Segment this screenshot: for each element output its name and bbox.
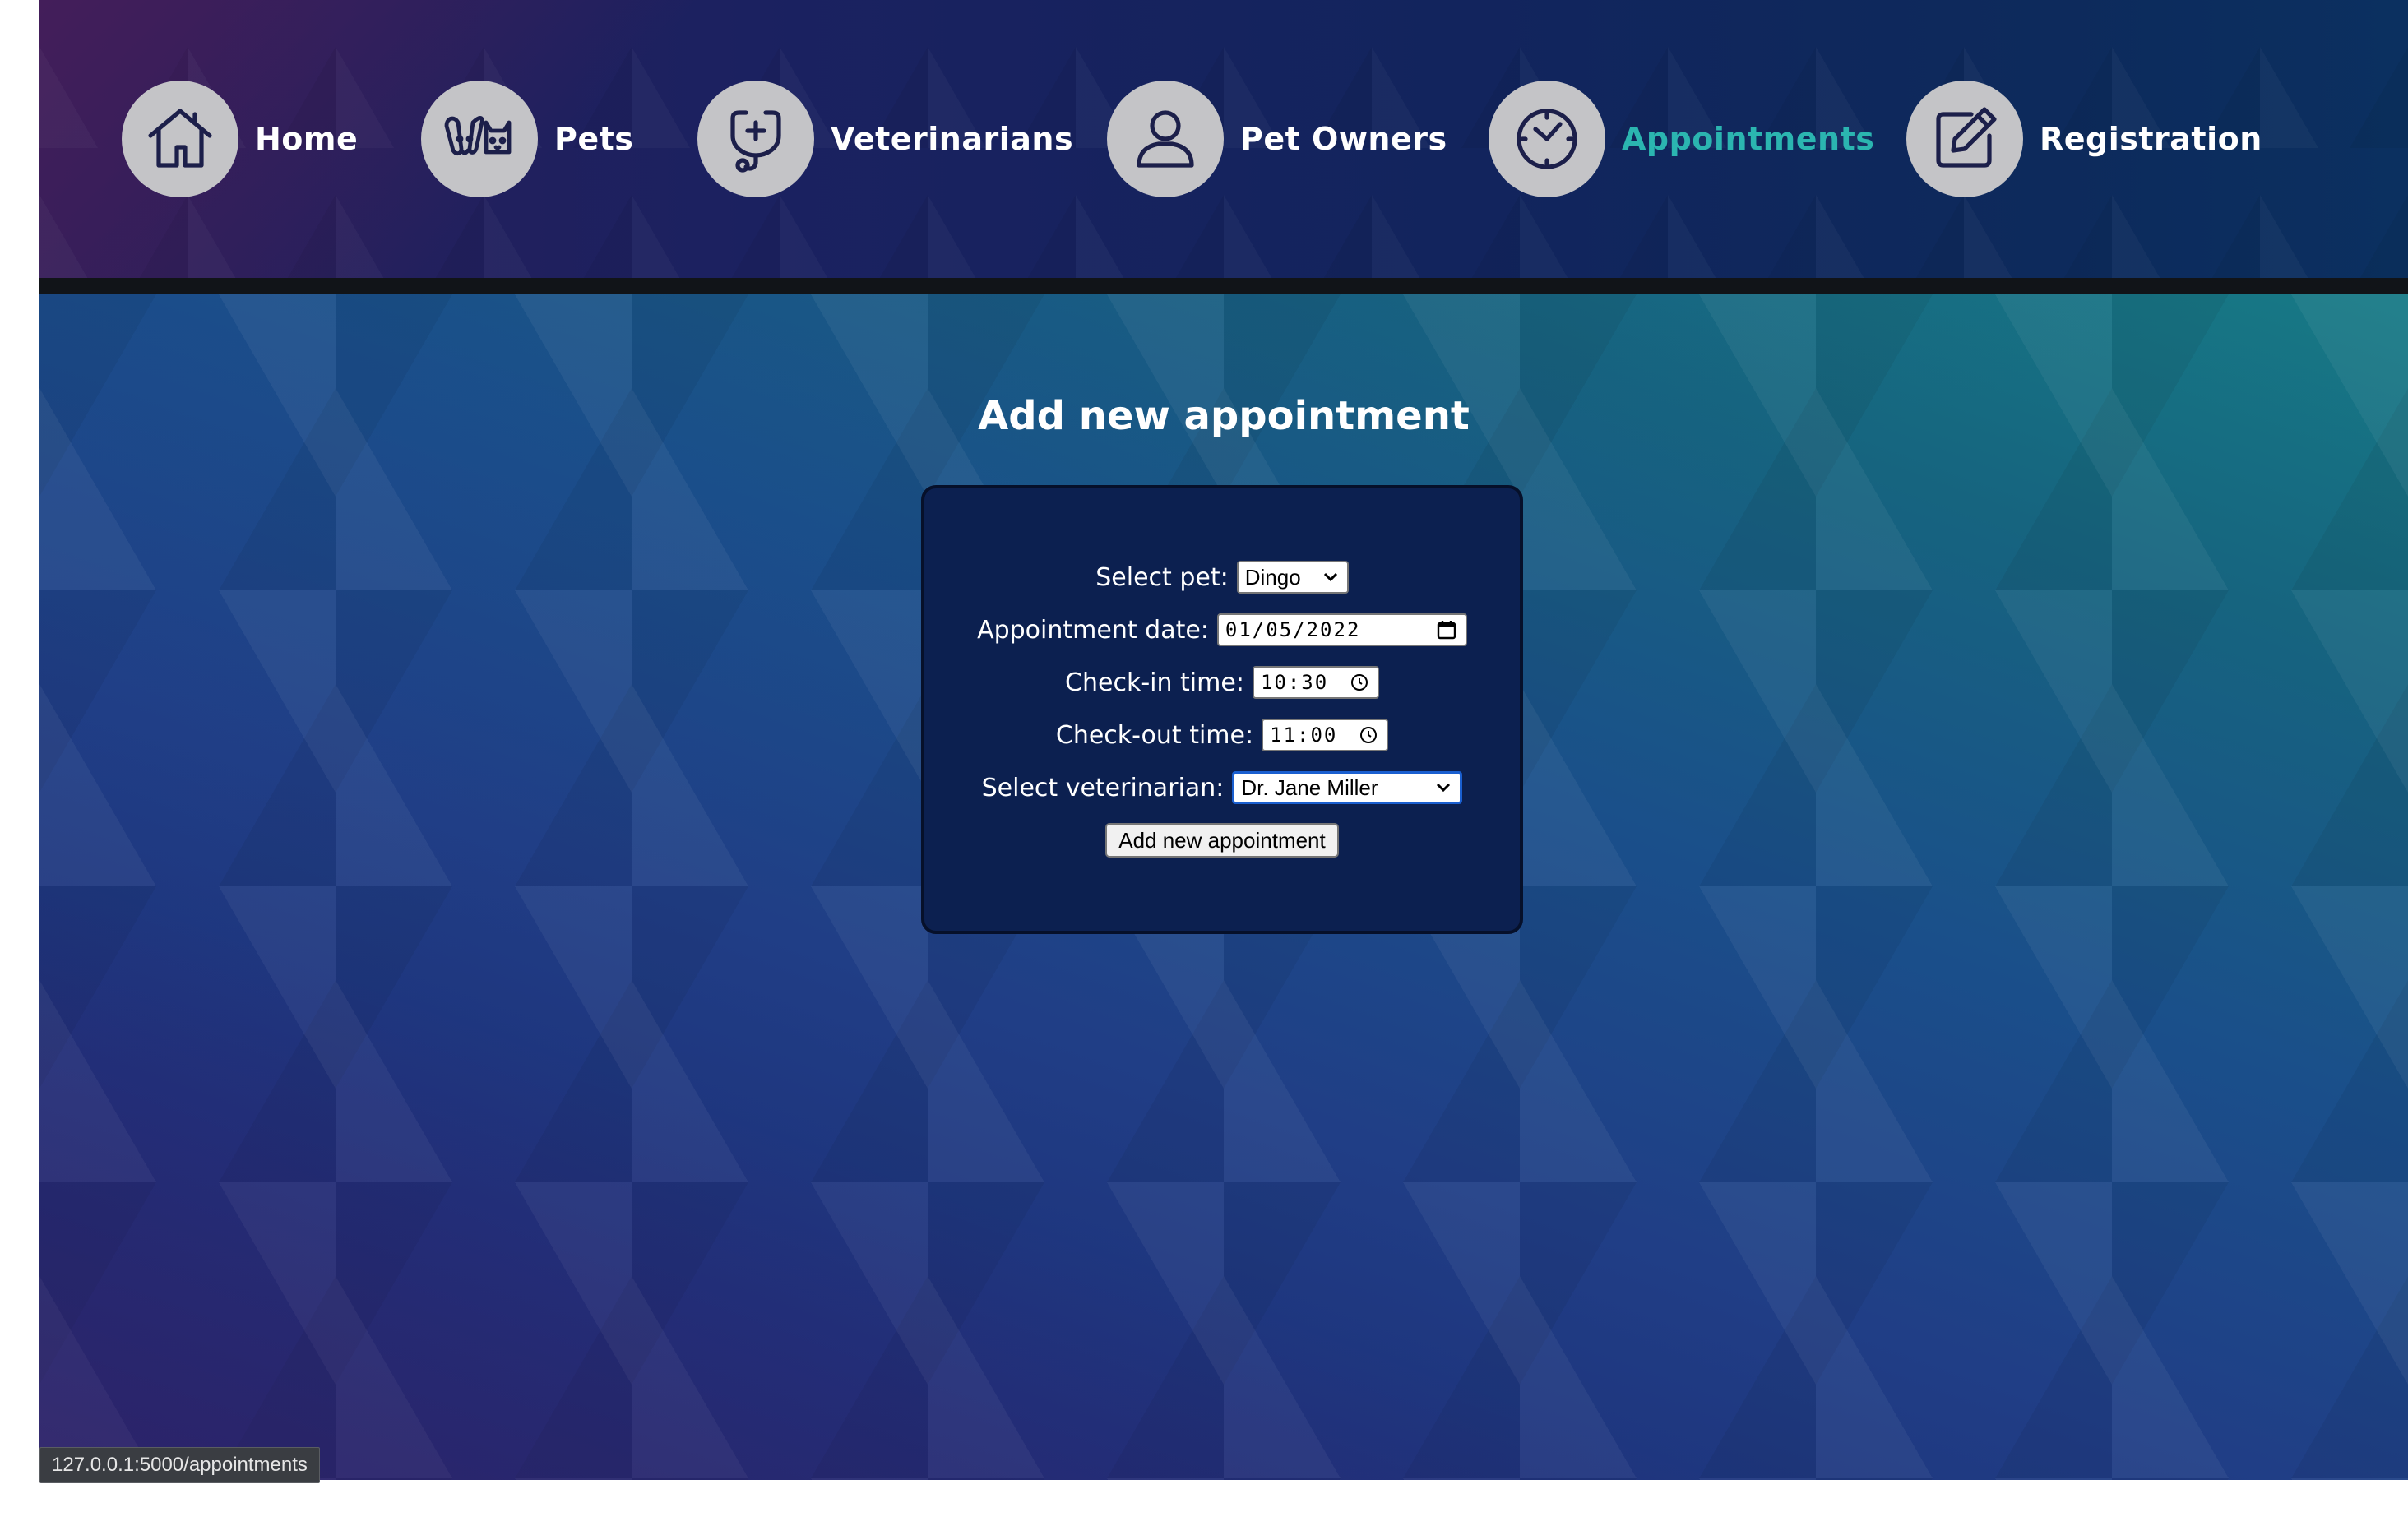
pets-icon <box>421 81 538 197</box>
nav-item-pet-owners[interactable]: Pet Owners <box>1107 81 1447 197</box>
veterinarian-select[interactable]: Dr. Jane Miller <box>1232 771 1463 804</box>
nav-item-home[interactable]: Home <box>122 81 358 197</box>
clock-small-icon[interactable] <box>1350 673 1369 692</box>
add-appointment-button[interactable]: Add new appointment <box>1105 823 1339 858</box>
user-icon <box>1107 81 1224 197</box>
header-divider <box>39 278 2408 294</box>
nav-label-appointments: Appointments <box>1622 121 1875 157</box>
home-icon <box>122 81 238 197</box>
top-navigation: Home Pets Veterinarians Pet Owners Appoi… <box>39 0 2408 278</box>
edit-icon <box>1906 81 2023 197</box>
nav-label-veterinarians: Veterinarians <box>831 121 1074 157</box>
nav-item-registration[interactable]: Registration <box>1906 81 2262 197</box>
checkin-label: Check-in time: <box>1065 668 1244 697</box>
left-edge <box>0 0 39 1526</box>
app: Home Pets Veterinarians Pet Owners Appoi… <box>39 0 2408 1480</box>
checkin-time-input[interactable]: 10:30 <box>1252 666 1379 699</box>
stethoscope-icon <box>697 81 814 197</box>
appointment-date-input[interactable]: 01/05/2022 <box>1216 613 1467 646</box>
checkout-value: 11:00 <box>1270 724 1338 747</box>
clock-small-icon[interactable] <box>1359 725 1378 745</box>
page-title: Add new appointment <box>978 393 1470 439</box>
nav-label-registration: Registration <box>2040 121 2262 157</box>
checkin-value: 10:30 <box>1260 671 1329 694</box>
calendar-icon[interactable] <box>1436 619 1457 640</box>
pet-select-value: Dingo <box>1244 564 1301 590</box>
pet-label: Select pet: <box>1095 562 1229 592</box>
vet-row: Select veterinarian: Dr. Jane Miller <box>924 768 1520 807</box>
nav-label-home: Home <box>255 121 359 157</box>
pet-select[interactable]: Dingo <box>1236 561 1349 594</box>
checkout-time-input[interactable]: 11:00 <box>1262 719 1389 751</box>
submit-row: Add new appointment <box>924 821 1520 860</box>
clock-icon <box>1489 81 1605 197</box>
date-value: 01/05/2022 <box>1225 618 1361 641</box>
pet-row: Select pet: Dingo <box>924 557 1520 597</box>
checkin-row: Check-in time: 10:30 <box>924 663 1520 702</box>
vet-label: Select veterinarian: <box>981 773 1225 802</box>
chevron-down-icon <box>1437 783 1451 793</box>
add-appointment-form: Select pet: Dingo Appointment date: 01/0… <box>921 485 1523 934</box>
nav-label-pets: Pets <box>554 121 634 157</box>
vet-select-value: Dr. Jane Miller <box>1241 775 1378 800</box>
status-bar-url: 127.0.0.1:5000/appointments <box>39 1447 320 1483</box>
chevron-down-icon <box>1323 572 1337 582</box>
checkout-row: Check-out time: 11:00 <box>924 715 1520 755</box>
nav-item-pets[interactable]: Pets <box>421 81 633 197</box>
nav-item-appointments[interactable]: Appointments <box>1489 81 1874 197</box>
date-label: Appointment date: <box>977 615 1209 645</box>
date-row: Appointment date: 01/05/2022 <box>924 610 1520 650</box>
checkout-label: Check-out time: <box>1055 720 1254 750</box>
nav-label-pet-owners: Pet Owners <box>1240 121 1447 157</box>
browser-viewport: Home Pets Veterinarians Pet Owners Appoi… <box>0 0 2408 1526</box>
nav-item-veterinarians[interactable]: Veterinarians <box>697 81 1073 197</box>
